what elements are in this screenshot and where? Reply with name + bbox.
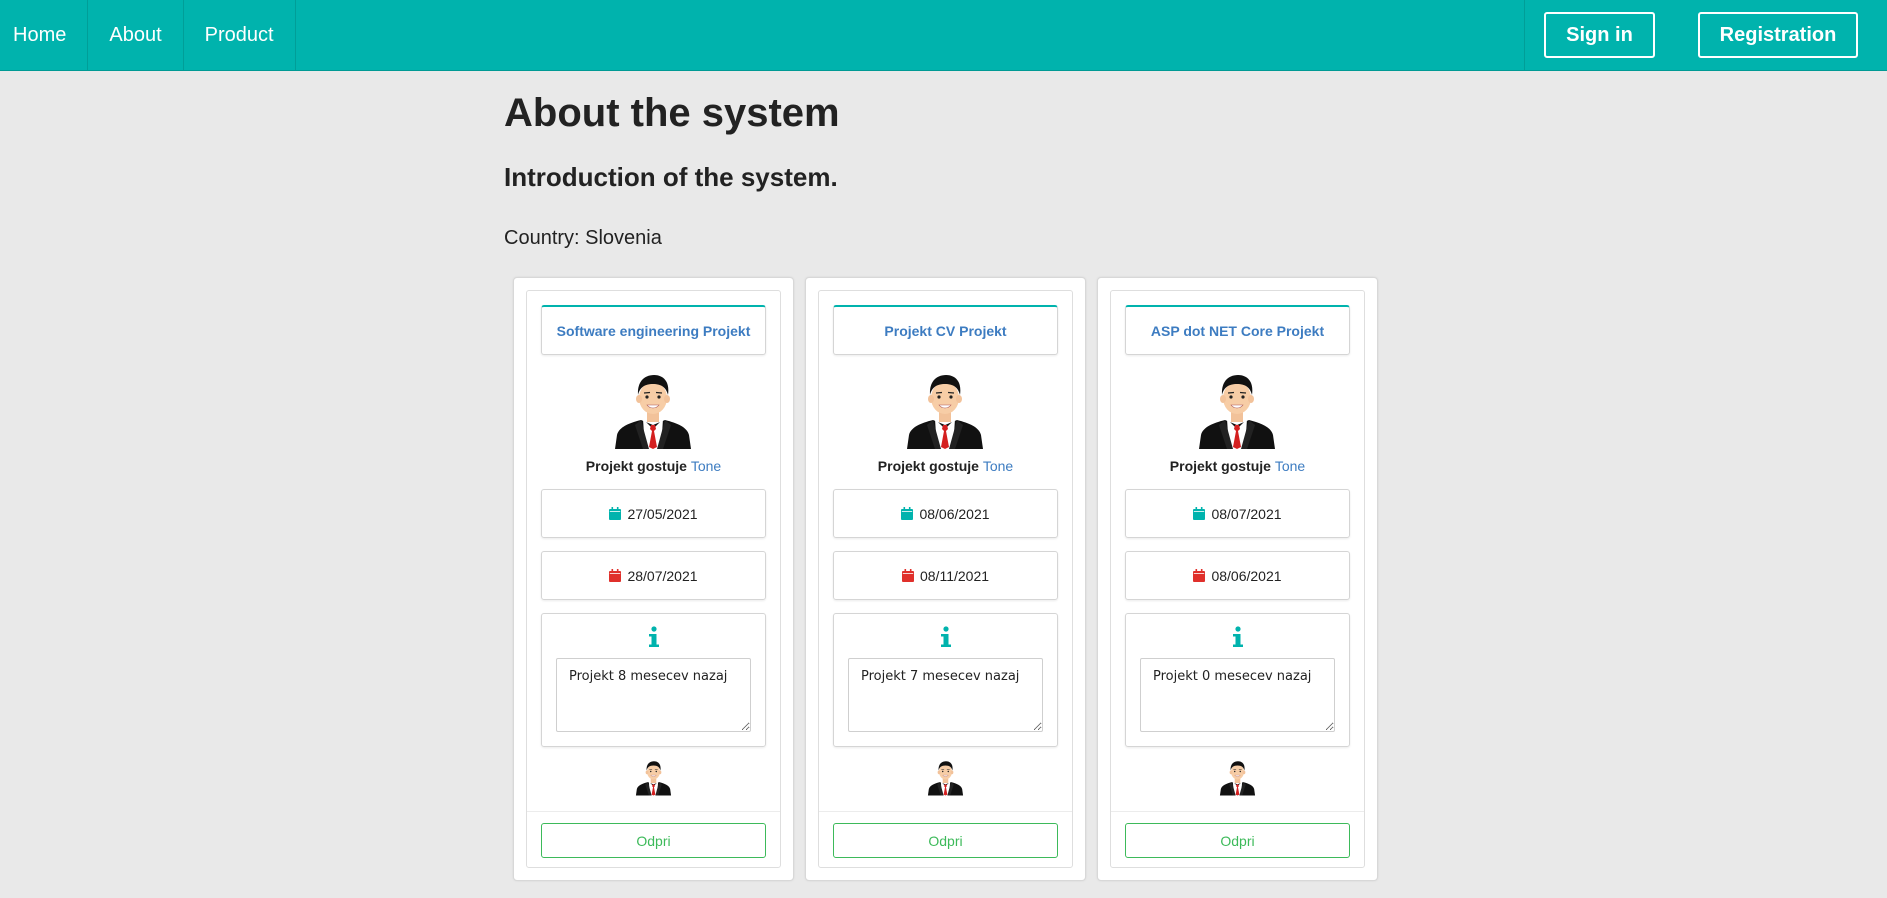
calendar-icon (609, 507, 621, 520)
project-title[interactable]: Software engineering Projekt (541, 305, 766, 355)
calendar-icon (1193, 507, 1205, 520)
project-card-body: Software engineering Projekt Projekt gos… (526, 290, 781, 868)
nav-divider (1524, 0, 1525, 70)
open-project-button[interactable]: Odpri (541, 823, 766, 858)
open-project-button[interactable]: Odpri (1125, 823, 1350, 858)
start-date: 08/07/2021 (1211, 505, 1282, 522)
card-divider (527, 811, 780, 812)
project-title[interactable]: ASP dot NET Core Projekt (1125, 305, 1350, 355)
businessman-avatar-icon (1219, 758, 1256, 796)
calendar-icon (1193, 569, 1205, 582)
card-divider (1111, 811, 1364, 812)
project-host: Projekt gostuje Tone (819, 458, 1072, 474)
project-info-box: Projekt 8 mesecev nazaj (541, 613, 766, 747)
end-date-box: 28/07/2021 (541, 551, 766, 600)
top-navbar: Home About Product Sign in Registration (0, 0, 1887, 71)
nav-home[interactable]: Home (0, 0, 89, 70)
calendar-icon (609, 569, 621, 582)
host-label: Projekt gostuje (585, 458, 691, 474)
project-description-textarea[interactable]: Projekt 8 mesecev nazaj (556, 658, 751, 732)
page-title: About the system (504, 91, 840, 135)
host-name-link[interactable]: Tone (1275, 458, 1305, 474)
nav-about[interactable]: About (88, 0, 184, 70)
end-date: 28/07/2021 (627, 567, 698, 584)
sign-in-button[interactable]: Sign in (1544, 12, 1655, 58)
host-label: Projekt gostuje (1169, 458, 1275, 474)
page-subtitle: Introduction of the system. (504, 162, 838, 192)
project-host: Projekt gostuje Tone (527, 458, 780, 474)
end-date: 08/11/2021 (919, 567, 990, 584)
project-info-box: Projekt 0 mesecev nazaj (1125, 613, 1350, 747)
end-date-box: 08/06/2021 (1125, 551, 1350, 600)
nav-menu: Home About Product (0, 0, 296, 70)
start-date: 08/06/2021 (919, 505, 990, 522)
project-card: Software engineering Projekt Projekt gos… (513, 277, 794, 881)
open-project-button[interactable]: Odpri (833, 823, 1058, 858)
project-card-body: ASP dot NET Core Projekt Projekt gostuje… (1110, 290, 1365, 868)
project-card-body: Projekt CV Projekt Projekt gostuje Tone … (818, 290, 1073, 868)
project-info-box: Projekt 7 mesecev nazaj (833, 613, 1058, 747)
nav-product[interactable]: Product (184, 0, 296, 70)
start-date-box: 27/05/2021 (541, 489, 766, 538)
project-title[interactable]: Projekt CV Projekt (833, 305, 1058, 355)
host-label: Projekt gostuje (877, 458, 983, 474)
info-icon (645, 626, 663, 648)
businessman-avatar-icon (927, 758, 964, 796)
card-divider (819, 811, 1072, 812)
project-card: Projekt CV Projekt Projekt gostuje Tone … (805, 277, 1086, 881)
businessman-avatar-icon (613, 369, 693, 449)
calendar-icon (901, 507, 913, 520)
start-date: 27/05/2021 (627, 505, 698, 522)
project-description-textarea[interactable]: Projekt 7 mesecev nazaj (848, 658, 1043, 732)
project-description-textarea[interactable]: Projekt 0 mesecev nazaj (1140, 658, 1335, 732)
project-host: Projekt gostuje Tone (1111, 458, 1364, 474)
host-name-link[interactable]: Tone (691, 458, 721, 474)
start-date-box: 08/06/2021 (833, 489, 1058, 538)
end-date: 08/06/2021 (1211, 567, 1282, 584)
end-date-box: 08/11/2021 (833, 551, 1058, 600)
calendar-icon (902, 569, 914, 582)
country-label: Country: Slovenia (504, 227, 662, 249)
info-icon (1229, 626, 1247, 648)
businessman-avatar-icon (635, 758, 672, 796)
project-card: ASP dot NET Core Projekt Projekt gostuje… (1097, 277, 1378, 881)
info-icon (937, 626, 955, 648)
businessman-avatar-icon (905, 369, 985, 449)
businessman-avatar-icon (1197, 369, 1277, 449)
registration-button[interactable]: Registration (1698, 12, 1858, 58)
host-name-link[interactable]: Tone (983, 458, 1013, 474)
start-date-box: 08/07/2021 (1125, 489, 1350, 538)
